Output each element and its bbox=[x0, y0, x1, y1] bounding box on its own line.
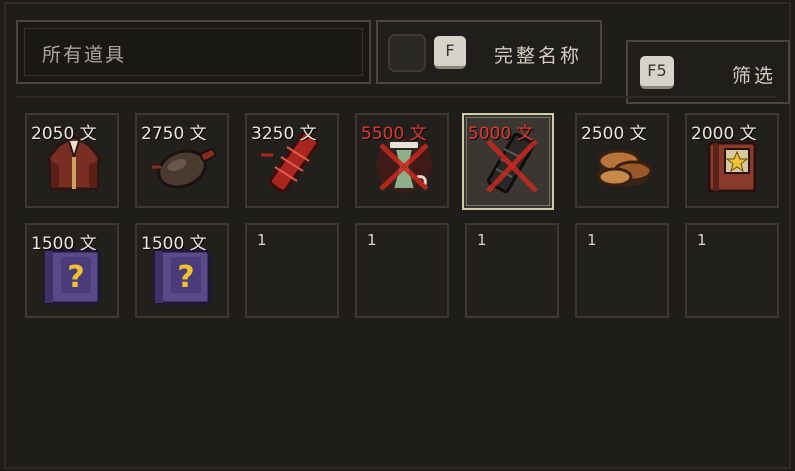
item-slot-selected[interactable]: 5000 文 bbox=[462, 113, 554, 210]
item-price: 3250 文 bbox=[251, 124, 317, 144]
item-slot[interactable]: 2750 文 bbox=[135, 113, 229, 208]
empty-slot[interactable]: 1 bbox=[575, 223, 669, 318]
item-slot[interactable]: 1500 文 ? bbox=[135, 223, 229, 318]
slot-count: 1 bbox=[257, 231, 267, 249]
filter-hotkey: F5 bbox=[640, 56, 674, 89]
svg-text:?: ? bbox=[67, 260, 84, 295]
svg-text:?: ? bbox=[177, 260, 194, 295]
item-slot[interactable]: 5500 文 bbox=[355, 113, 449, 208]
item-price: 1500 文 bbox=[141, 234, 207, 254]
slot-count: 1 bbox=[367, 231, 377, 249]
item-price: 2050 文 bbox=[31, 124, 97, 144]
item-price: 2000 文 bbox=[691, 124, 757, 144]
item-slot[interactable]: 2000 文 bbox=[685, 113, 779, 208]
full-name-hotkey: F bbox=[434, 36, 466, 69]
item-slot[interactable]: 3250 文 bbox=[245, 113, 339, 208]
full-name-label: 完整名称 bbox=[494, 45, 583, 67]
item-price: 5500 文 bbox=[361, 124, 427, 144]
empty-slot[interactable]: 1 bbox=[355, 223, 449, 318]
slot-count: 1 bbox=[587, 231, 597, 249]
item-price: 5000 文 bbox=[468, 124, 534, 144]
item-slot[interactable]: 2500 文 bbox=[575, 113, 669, 208]
full-name-checkbox[interactable] bbox=[388, 34, 426, 72]
filter-button[interactable]: F5 筛选 bbox=[626, 40, 790, 104]
item-price: 2500 文 bbox=[581, 124, 647, 144]
divider bbox=[16, 96, 776, 98]
empty-slot[interactable]: 1 bbox=[685, 223, 779, 318]
slot-count: 1 bbox=[477, 231, 487, 249]
empty-slot[interactable]: 1 bbox=[245, 223, 339, 318]
item-slot[interactable]: 2050 文 bbox=[25, 113, 119, 208]
filter-label: 筛选 bbox=[732, 65, 777, 87]
slot-count: 1 bbox=[697, 231, 707, 249]
full-name-toggle[interactable]: F 完整名称 bbox=[376, 20, 602, 84]
category-search-field[interactable]: 所有道具 bbox=[16, 20, 371, 84]
item-price: 2750 文 bbox=[141, 124, 207, 144]
search-field-text: 所有道具 bbox=[42, 44, 127, 66]
item-price: 1500 文 bbox=[31, 234, 97, 254]
empty-slot[interactable]: 1 bbox=[465, 223, 559, 318]
filter-bar: 所有道具 F 完整名称 F5 筛选 bbox=[16, 20, 790, 104]
item-slot[interactable]: 1500 文 ? bbox=[25, 223, 119, 318]
